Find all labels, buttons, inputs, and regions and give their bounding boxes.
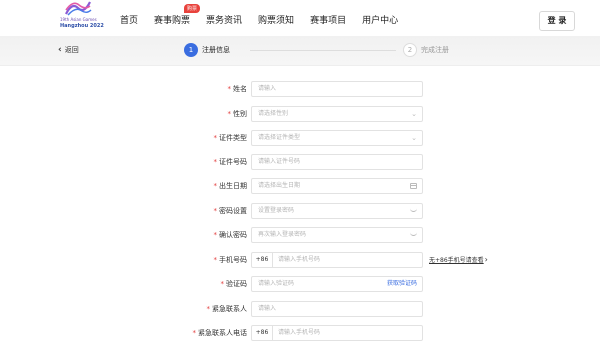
row-name: * 姓名 请输入 xyxy=(0,81,600,97)
gender-select[interactable]: 请选择性别 ⌄ xyxy=(251,106,423,122)
asian-games-logo[interactable]: 19th Asian Games Hangzhou 2022 xyxy=(58,0,108,33)
code-input[interactable]: 请输入验证码 获取验证码 xyxy=(251,276,423,292)
registration-form: * 姓名 请输入 * 性别 请选择性别 ⌄ * 证件类型 请选择证件类型 ⌄ * 证件号码 … xyxy=(0,66,600,341)
nav-purchase-notice[interactable]: 购票须知 xyxy=(258,13,294,26)
birthdate-picker[interactable]: 请选择出生日期 xyxy=(251,178,423,194)
chevron-right-icon: › xyxy=(484,255,488,264)
top-header: 19th Asian Games Hangzhou 2022 首页 赛事购票 购票… xyxy=(0,0,600,36)
logo-line2: Hangzhou 2022 xyxy=(60,23,104,29)
nav-ticket-purchase[interactable]: 赛事购票 购票 xyxy=(154,4,201,26)
step-complete: 2 完成注册 xyxy=(403,43,449,57)
step-bar: ‹ 返回 1 注册信息 2 完成注册 xyxy=(0,36,600,66)
id-type-select[interactable]: 请选择证件类型 ⌄ xyxy=(251,130,423,146)
row-birthdate: * 出生日期 请选择出生日期 xyxy=(0,178,600,194)
main-nav: 首页 赛事购票 购票 票务资讯 购票须知 赛事项目 用户中心 xyxy=(120,4,414,26)
label-gender: * 性别 xyxy=(227,110,248,118)
label-emergency-phone: * 紧急联系人电话 xyxy=(192,329,248,337)
ticket-badge: 购票 xyxy=(184,4,201,13)
eye-closed-icon[interactable] xyxy=(410,208,417,212)
label-confirm-password: * 确认密码 xyxy=(213,231,248,239)
label-id-number: * 证件号码 xyxy=(213,158,248,166)
label-password: * 密码设置 xyxy=(213,207,248,215)
row-gender: * 性别 请选择性别 ⌄ xyxy=(0,106,600,122)
get-code-button[interactable]: 获取验证码 xyxy=(387,277,417,291)
chevron-left-icon: ‹ xyxy=(58,44,62,55)
step2-number: 2 xyxy=(403,43,417,57)
row-code: * 验证码 请输入验证码 获取验证码 xyxy=(0,276,600,292)
label-name: * 姓名 xyxy=(227,85,248,93)
label-code: * 验证码 xyxy=(220,280,248,288)
emergency-phone-input[interactable]: +86 请输入手机号码 xyxy=(251,325,423,341)
id-number-input[interactable]: 请输入证件号码 xyxy=(251,154,423,170)
password-input[interactable]: 设置登录密码 xyxy=(251,203,423,219)
step2-label: 完成注册 xyxy=(421,46,449,54)
chevron-down-icon: ⌄ xyxy=(411,134,417,142)
label-id-type: * 证件类型 xyxy=(213,134,248,142)
row-emergency-phone: * 紧急联系人电话 +86 请输入手机号码 xyxy=(0,325,600,341)
login-button[interactable]: 登 录 xyxy=(539,11,575,31)
no-86-phone-link[interactable]: 无+86手机号请查看› xyxy=(429,255,488,264)
step1-number: 1 xyxy=(184,43,198,57)
phone-country-code[interactable]: +86 xyxy=(252,253,273,267)
row-phone: * 手机号码 +86 请输入手机号码 无+86手机号请查看› xyxy=(0,252,600,268)
row-password: * 密码设置 设置登录密码 xyxy=(0,203,600,219)
name-input[interactable]: 请输入 xyxy=(251,81,423,97)
step-register-info: 1 注册信息 xyxy=(184,43,230,57)
back-button[interactable]: ‹ 返回 xyxy=(58,45,79,55)
calendar-icon xyxy=(410,183,417,189)
emergency-contact-input[interactable]: 请输入 xyxy=(251,301,423,317)
chevron-down-icon: ⌄ xyxy=(411,110,417,118)
nav-ticket-news[interactable]: 票务资讯 xyxy=(206,13,242,26)
phone-input[interactable]: +86 请输入手机号码 xyxy=(251,252,423,268)
logo-line1: 19th Asian Games xyxy=(60,17,97,22)
label-phone: * 手机号码 xyxy=(213,256,248,264)
row-confirm-password: * 确认密码 再次输入登录密码 xyxy=(0,227,600,243)
label-birthdate: * 出生日期 xyxy=(213,182,248,190)
back-label: 返回 xyxy=(64,46,79,54)
step1-label: 注册信息 xyxy=(202,46,230,54)
nav-user-center[interactable]: 用户中心 xyxy=(362,13,398,26)
step-connector xyxy=(250,50,396,51)
nav-home[interactable]: 首页 xyxy=(120,13,138,26)
row-id-type: * 证件类型 请选择证件类型 ⌄ xyxy=(0,130,600,146)
row-emergency-contact: * 紧急联系人 请输入 xyxy=(0,301,600,317)
eye-closed-icon[interactable] xyxy=(410,232,417,236)
nav-events[interactable]: 赛事项目 xyxy=(310,13,346,26)
row-id-number: * 证件号码 请输入证件号码 xyxy=(0,154,600,170)
logo-emblem-icon xyxy=(65,1,92,16)
label-emergency-contact: * 紧急联系人 xyxy=(206,305,248,313)
nav-ticket-purchase-label: 赛事购票 xyxy=(154,16,191,26)
confirm-password-input[interactable]: 再次输入登录密码 xyxy=(251,227,423,243)
